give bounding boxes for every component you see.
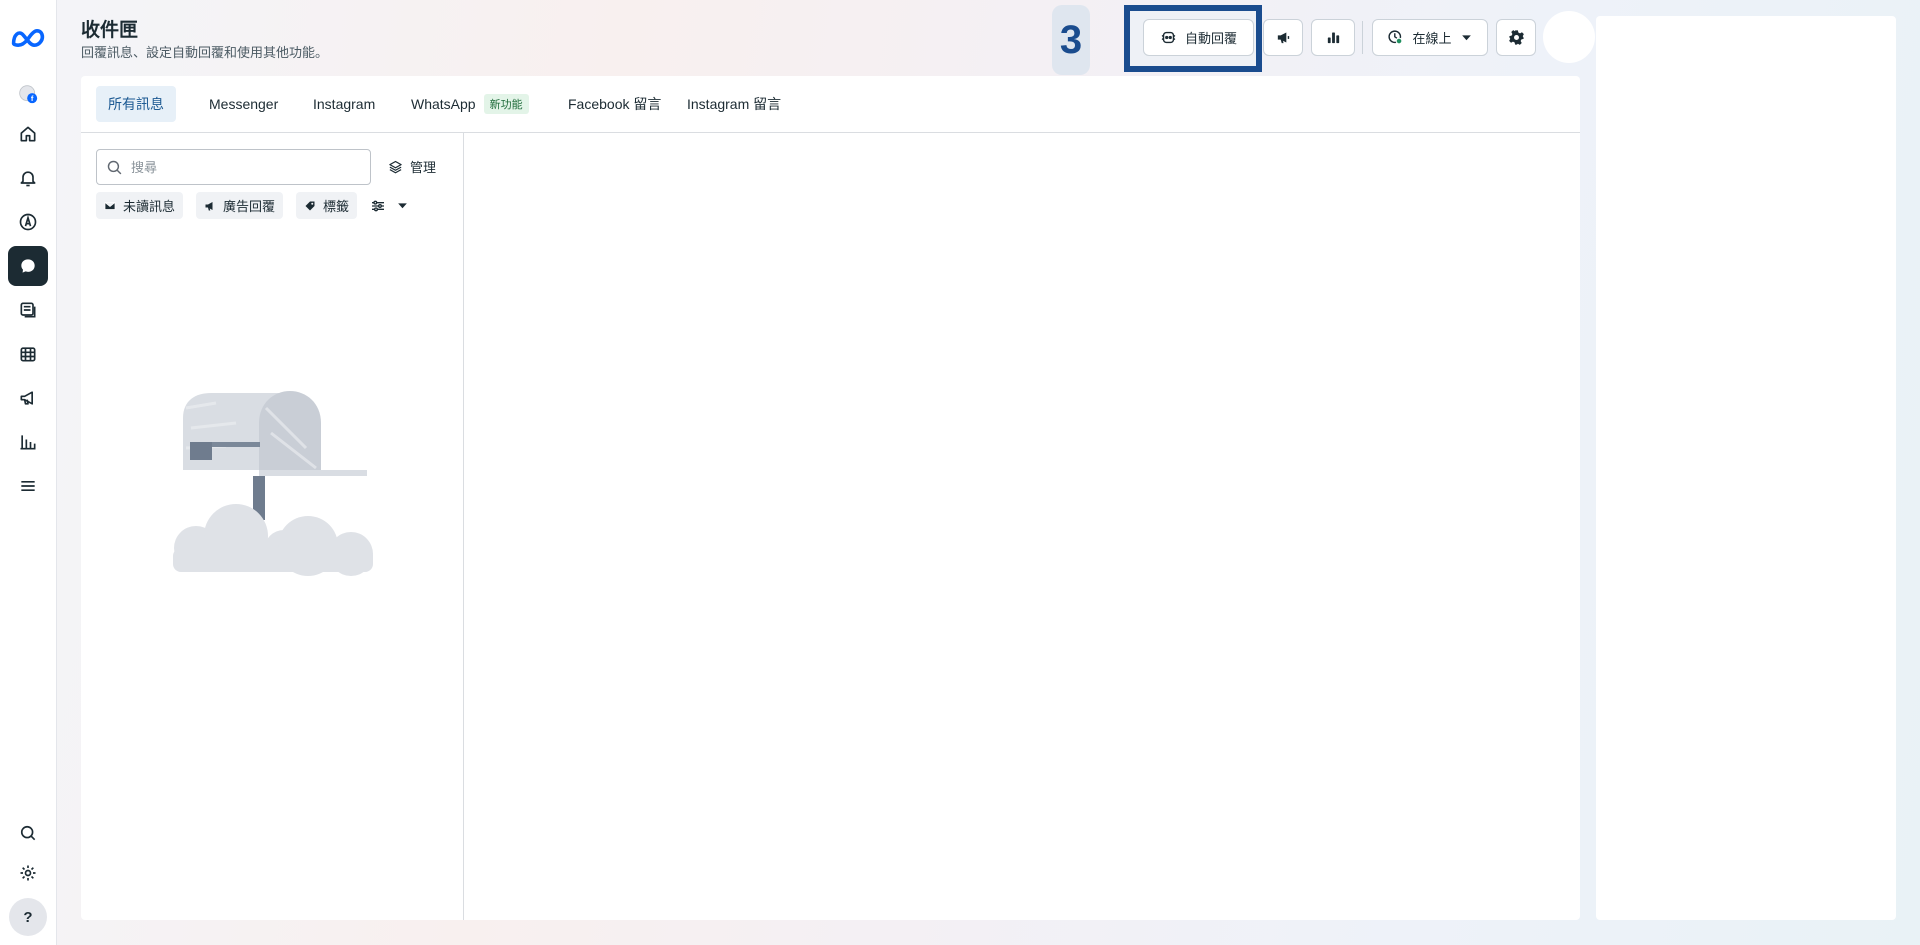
gear-icon bbox=[1508, 29, 1525, 46]
megaphone-icon[interactable] bbox=[8, 378, 48, 418]
tab-all-messages[interactable]: 所有訊息 bbox=[96, 86, 176, 122]
left-nav-rail: f ? bbox=[0, 0, 57, 945]
meta-logo-icon[interactable] bbox=[8, 18, 48, 58]
search-box[interactable] bbox=[96, 149, 371, 185]
menu-icon[interactable] bbox=[8, 466, 48, 506]
caret-down-icon bbox=[396, 199, 409, 212]
tab-instagram-comments[interactable]: Instagram 留言 bbox=[675, 86, 793, 122]
tab-label: Facebook 留言 bbox=[568, 96, 662, 112]
conversation-detail-pane bbox=[465, 133, 1580, 920]
auto-reply-button[interactable]: 自動回覆 bbox=[1143, 19, 1254, 56]
inbox-card: 所有訊息 Messenger Instagram WhatsApp 新功能 Fa… bbox=[81, 76, 1580, 920]
content-icon[interactable] bbox=[8, 290, 48, 330]
compass-icon[interactable] bbox=[8, 202, 48, 242]
search-input[interactable] bbox=[131, 159, 351, 175]
robot-icon bbox=[1160, 29, 1177, 46]
filter-tags[interactable]: 標籤 bbox=[296, 192, 358, 219]
tab-label: Instagram 留言 bbox=[687, 96, 782, 112]
manage-label: 管理 bbox=[410, 160, 437, 175]
avatar[interactable] bbox=[1543, 11, 1595, 63]
layers-icon bbox=[388, 159, 403, 174]
sliders-icon bbox=[370, 198, 386, 214]
tab-label: 所有訊息 bbox=[108, 96, 164, 112]
tab-label: Messenger bbox=[209, 96, 279, 112]
filter-ad-replies[interactable]: 廣告回覆 bbox=[196, 192, 284, 219]
search-icon bbox=[106, 159, 123, 176]
bell-icon[interactable] bbox=[8, 158, 48, 198]
insights-icon[interactable] bbox=[8, 422, 48, 462]
advanced-filter-dropdown[interactable] bbox=[370, 192, 409, 219]
manage-button[interactable]: 管理 bbox=[388, 157, 436, 176]
tab-whatsapp[interactable]: WhatsApp 新功能 bbox=[399, 86, 541, 122]
ads-button[interactable] bbox=[1263, 19, 1303, 56]
tab-instagram[interactable]: Instagram bbox=[301, 86, 387, 122]
header-divider bbox=[1362, 21, 1363, 54]
tab-messenger[interactable]: Messenger bbox=[197, 86, 290, 122]
page-title: 收件匣 bbox=[81, 20, 139, 41]
chat-icon[interactable] bbox=[8, 246, 48, 286]
filter-label: 廣告回覆 bbox=[223, 199, 276, 214]
tab-label: WhatsApp bbox=[411, 96, 476, 112]
search-icon[interactable] bbox=[8, 813, 48, 853]
new-feature-badge: 新功能 bbox=[483, 94, 529, 114]
filter-label: 未讀訊息 bbox=[123, 199, 176, 214]
tab-label: Instagram bbox=[313, 96, 376, 112]
empty-mailbox-illustration bbox=[173, 391, 373, 576]
account-avatar-icon[interactable]: f bbox=[8, 74, 48, 114]
tab-facebook-comments[interactable]: Facebook 留言 bbox=[556, 86, 673, 122]
caret-down-icon bbox=[1460, 31, 1473, 44]
megaphone-icon bbox=[1275, 29, 1292, 46]
envelope-icon bbox=[104, 200, 116, 212]
auto-reply-label: 自動回覆 bbox=[1184, 31, 1237, 46]
filter-unread[interactable]: 未讀訊息 bbox=[96, 192, 184, 219]
page-subtitle: 回覆訊息、設定自動回覆和使用其他功能。 bbox=[81, 45, 329, 60]
gear-icon[interactable] bbox=[8, 853, 48, 893]
megaphone-icon bbox=[204, 200, 216, 212]
step-number-badge: 3 bbox=[1052, 5, 1090, 75]
filter-label: 標籤 bbox=[323, 199, 350, 214]
conversation-list-pane: 管理 未讀訊息 廣告回覆 標籤 bbox=[81, 133, 464, 920]
inbox-tabs: 所有訊息 Messenger Instagram WhatsApp 新功能 Fa… bbox=[81, 76, 1580, 133]
settings-button[interactable] bbox=[1496, 19, 1536, 56]
clock-online-icon bbox=[1387, 29, 1404, 46]
bar-chart-icon bbox=[1325, 29, 1342, 46]
home-icon[interactable] bbox=[8, 114, 48, 154]
right-side-panel bbox=[1596, 16, 1896, 920]
status-dropdown[interactable]: 在線上 bbox=[1372, 19, 1488, 56]
help-button[interactable]: ? bbox=[9, 898, 47, 936]
status-label: 在線上 bbox=[1412, 31, 1452, 46]
tag-icon bbox=[304, 200, 316, 212]
calendar-icon[interactable] bbox=[8, 334, 48, 374]
insights-button[interactable] bbox=[1311, 19, 1355, 56]
